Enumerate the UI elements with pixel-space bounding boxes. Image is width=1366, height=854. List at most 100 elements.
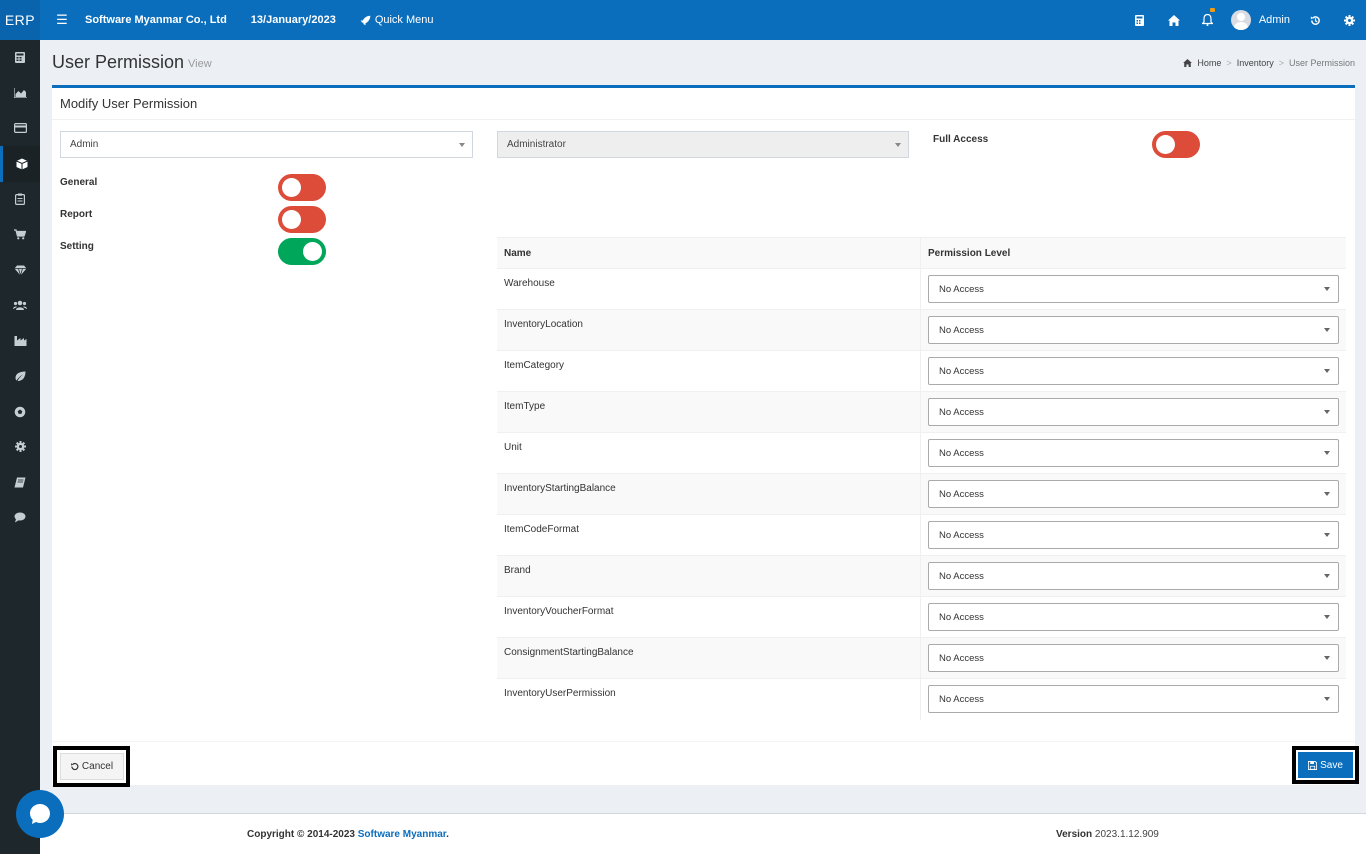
breadcrumb-separator: > [1278, 58, 1284, 68]
table-row: ItemType No Access [497, 391, 1346, 433]
table-row: Warehouse No Access [497, 268, 1346, 310]
version-label: Version [1056, 829, 1093, 840]
calculator-icon[interactable] [1123, 0, 1157, 40]
leaf-icon[interactable] [0, 359, 40, 394]
user-select[interactable]: Admin [60, 131, 473, 158]
permission-level-select[interactable]: No Access [928, 316, 1339, 344]
row-name: Brand [497, 555, 921, 597]
cart-icon[interactable] [0, 217, 40, 252]
table-row: InventoryLocation No Access [497, 309, 1346, 351]
users-icon[interactable] [0, 288, 40, 323]
area-chart-icon[interactable] [0, 75, 40, 110]
chevron-down-icon [1324, 615, 1330, 619]
table-row: ItemCodeFormat No Access [497, 514, 1346, 556]
permission-level-select[interactable]: No Access [928, 357, 1339, 385]
clipboard-icon[interactable] [0, 182, 40, 217]
company-name: Software Myanmar Co., Ltd [85, 14, 227, 26]
table-row: Brand No Access [497, 555, 1346, 597]
breadcrumb: Home > Inventory > User Permission [1183, 58, 1355, 68]
box-footer: Cancel Save [52, 741, 1359, 787]
top-navbar: ERP ☰ Software Myanmar Co., Ltd 13/Janua… [0, 0, 1366, 40]
menu-icon[interactable]: ☰ [52, 12, 72, 28]
user-select-value: Admin [70, 139, 99, 150]
diamond-icon[interactable] [0, 252, 40, 287]
page-title: User Permission [52, 52, 185, 72]
toggle-knob [282, 210, 301, 229]
row-name: ItemCategory [497, 350, 921, 392]
notification-badge [1209, 8, 1215, 12]
soccer-ball-icon[interactable] [0, 394, 40, 429]
chat-widget-button[interactable] [16, 790, 64, 838]
avatar [1230, 10, 1251, 30]
chevron-down-icon [1324, 492, 1330, 496]
permission-level-value: No Access [939, 611, 984, 623]
credit-card-icon[interactable] [0, 111, 40, 146]
calculator-icon[interactable] [0, 40, 40, 75]
permission-level-value: No Access [939, 570, 984, 582]
gear-icon[interactable] [0, 429, 40, 464]
permission-table: Name Permission Level Warehouse No Access… [497, 237, 1346, 720]
quick-menu-button[interactable]: Quick Menu [360, 14, 434, 26]
gear-icon[interactable] [1332, 0, 1366, 40]
comment-icon[interactable] [0, 500, 40, 535]
table-row: ItemCategory No Access [497, 350, 1346, 392]
permission-level-select[interactable]: No Access [928, 275, 1339, 303]
home-icon[interactable] [1157, 0, 1191, 40]
role-select[interactable]: Administrator [497, 131, 909, 158]
book-icon[interactable] [0, 465, 40, 500]
history-icon[interactable] [1298, 0, 1332, 40]
column-header-permission-level: Permission Level [920, 237, 1346, 269]
chevron-down-icon [459, 143, 465, 147]
permission-level-value: No Access [939, 693, 984, 705]
chat-bubble-icon [30, 804, 50, 824]
box-title: Modify User Permission [60, 96, 198, 111]
role-select-value: Administrator [507, 139, 566, 150]
column-header-name: Name [497, 237, 921, 269]
breadcrumb-separator: > [1226, 58, 1232, 68]
chevron-down-icon [1324, 410, 1330, 414]
save-button[interactable]: Save [1298, 752, 1353, 778]
permission-level-select[interactable]: No Access [928, 480, 1339, 508]
permission-box: Modify User Permission Admin Administrat… [52, 85, 1359, 787]
chevron-down-icon [1324, 533, 1330, 537]
company-link[interactable]: Software Myanmar [358, 829, 446, 840]
cancel-button[interactable]: Cancel [59, 753, 124, 780]
page-footer: Copyright © 2014-2023 Software Myanmar. … [40, 813, 1366, 854]
permission-level-value: No Access [939, 406, 984, 418]
brand-logo[interactable]: ERP [0, 0, 40, 40]
permission-level-select[interactable]: No Access [928, 398, 1339, 426]
version-info: Version 2023.1.12.909 [1056, 829, 1159, 840]
row-name: Unit [497, 432, 921, 474]
general-toggle[interactable] [278, 174, 326, 201]
setting-toggle[interactable] [278, 238, 326, 265]
permission-level-select[interactable]: No Access [928, 439, 1339, 467]
row-name: ItemCodeFormat [497, 514, 921, 556]
report-label: Report [60, 209, 93, 220]
permission-level-value: No Access [939, 488, 984, 500]
permission-level-value: No Access [939, 447, 984, 459]
save-button-highlight: Save [1292, 746, 1359, 784]
full-access-toggle[interactable] [1152, 131, 1200, 158]
breadcrumb-home[interactable]: Home [1197, 58, 1221, 68]
chevron-down-icon [1324, 656, 1330, 660]
toggle-knob [303, 242, 322, 261]
home-icon [1183, 59, 1193, 67]
floppy-disk-icon [1308, 760, 1318, 770]
cube-icon[interactable] [0, 146, 40, 182]
copyright-period: . [446, 829, 449, 840]
chevron-down-icon [895, 143, 901, 147]
permission-level-select[interactable]: No Access [928, 603, 1339, 631]
breadcrumb-inventory[interactable]: Inventory [1237, 58, 1274, 68]
industry-icon[interactable] [0, 323, 40, 358]
chevron-down-icon [1324, 328, 1330, 332]
user-menu[interactable]: Admin [1230, 10, 1290, 30]
permission-level-select[interactable]: No Access [928, 685, 1339, 713]
permission-level-select[interactable]: No Access [928, 562, 1339, 590]
bell-icon[interactable] [1191, 0, 1225, 40]
permission-level-select[interactable]: No Access [928, 644, 1339, 672]
permission-level-value: No Access [939, 283, 984, 295]
report-toggle[interactable] [278, 206, 326, 233]
toggle-knob [1156, 135, 1175, 154]
permission-level-select[interactable]: No Access [928, 521, 1339, 549]
table-row: InventoryStartingBalance No Access [497, 473, 1346, 515]
